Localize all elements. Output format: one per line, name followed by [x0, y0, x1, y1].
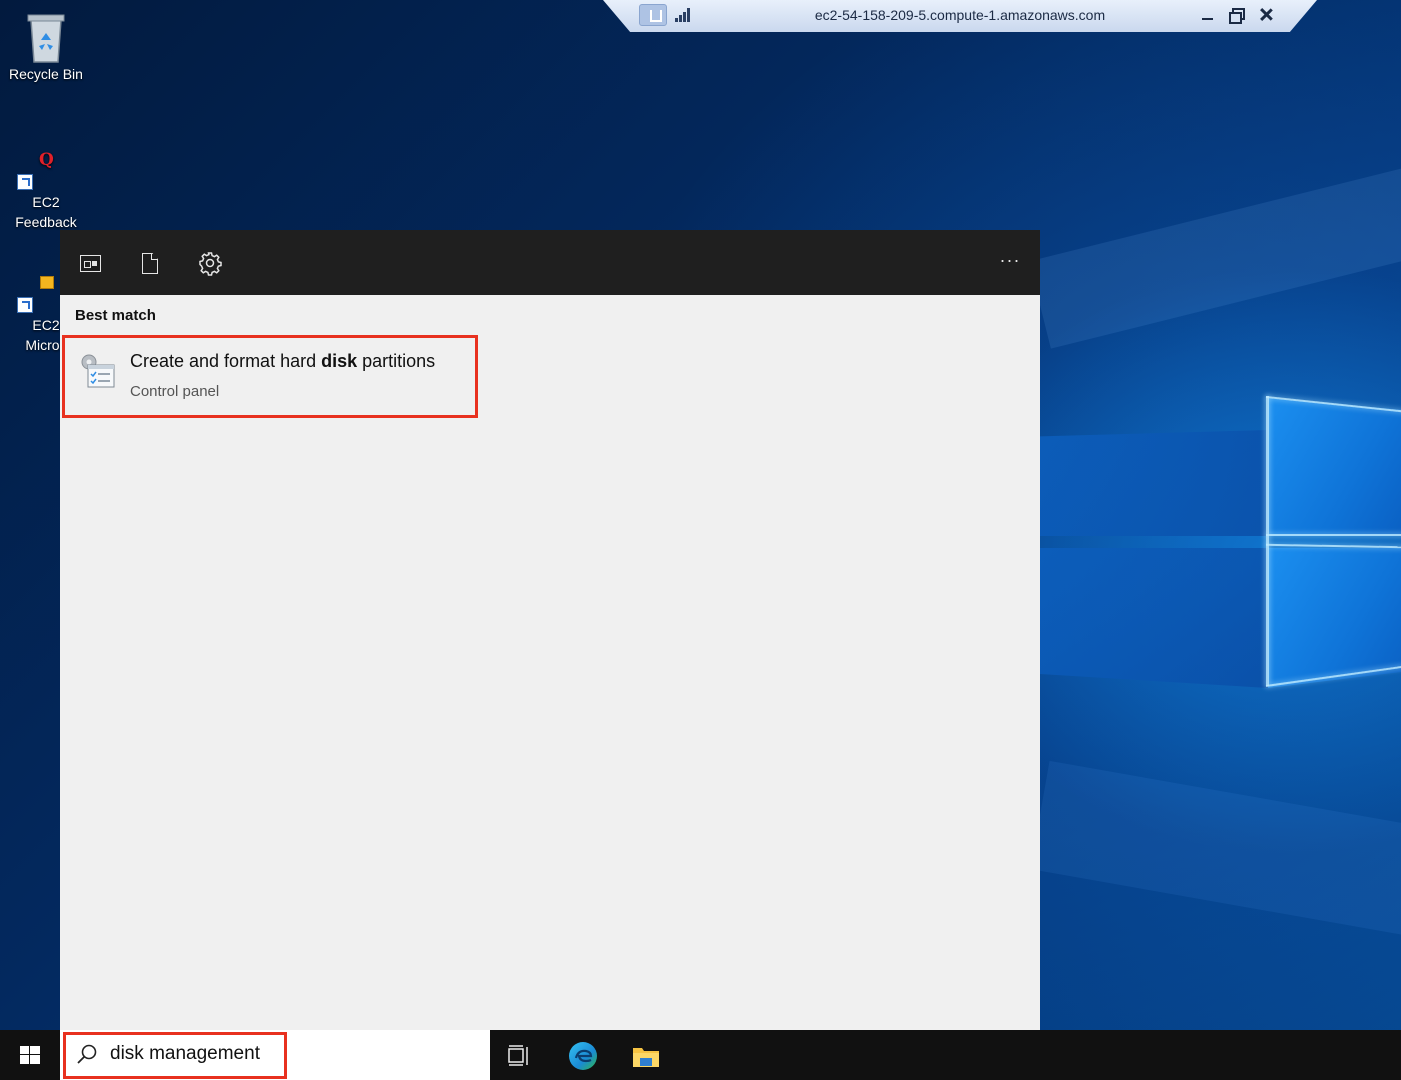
light-beam: [1029, 116, 1401, 349]
feedback-app-icon: Q: [39, 150, 54, 170]
desktop-icon-recycle-bin[interactable]: Recycle Bin: [0, 8, 92, 84]
windows-logo-icon: [20, 1046, 40, 1064]
search-results-panel: ··· Best match Create and format hard di…: [60, 230, 1040, 1030]
package-icon: [40, 276, 54, 289]
logo-pane: [1040, 548, 1268, 688]
result-title: Create and format hard disk partitions: [130, 351, 435, 372]
start-button[interactable]: [0, 1030, 60, 1080]
apps-filter-icon[interactable]: [75, 248, 105, 278]
result-subtitle: Control panel: [130, 383, 220, 400]
result-title-match: disk: [321, 351, 358, 371]
shortcut-arrow-icon: [17, 174, 33, 190]
search-filter-toolbar: ···: [60, 230, 1040, 295]
search-input[interactable]: disk management: [110, 1043, 260, 1065]
settings-filter-icon[interactable]: [195, 248, 225, 278]
minimize-icon[interactable]: [1199, 6, 1217, 24]
result-title-text: Create and format hard: [130, 351, 322, 371]
edge-glyph: [569, 1042, 597, 1070]
edge-icon[interactable]: [567, 1040, 599, 1072]
result-title-text: partitions: [357, 351, 436, 371]
logo-pane: [1040, 430, 1268, 536]
logo-pane: [1268, 548, 1401, 688]
pin-icon[interactable]: [639, 4, 667, 26]
search-icon: [77, 1044, 97, 1064]
logo-edge: [1266, 396, 1269, 686]
disk-management-icon: [81, 354, 115, 388]
desktop-icon-label: Recycle Bin: [9, 66, 83, 82]
close-icon[interactable]: [1257, 6, 1275, 24]
more-options-icon[interactable]: ···: [995, 248, 1025, 278]
desktop-icon-label: Feedback: [15, 214, 77, 230]
taskbar-search-box[interactable]: disk management: [60, 1030, 490, 1080]
recycle-bin-icon: [27, 14, 65, 63]
logo-edge: [1265, 543, 1401, 549]
best-match-result[interactable]: Create and format hard disk partitions C…: [66, 338, 476, 416]
desktop-icon-label: EC2: [32, 194, 60, 210]
folder-glyph: [633, 1048, 659, 1067]
best-match-header: Best match: [75, 307, 156, 324]
logo-pane: [1268, 398, 1401, 536]
remote-desktop-connection-bar: ec2-54-158-209-5.compute-1.amazonaws.com: [603, 0, 1317, 32]
shortcut-arrow-icon: [17, 297, 33, 313]
file-explorer-icon[interactable]: [630, 1040, 662, 1072]
documents-filter-icon[interactable]: [135, 248, 165, 278]
desktop-icon-ec2-feedback[interactable]: Q EC2 Feedback: [0, 150, 92, 232]
light-beam: [1030, 760, 1401, 974]
gear-icon: [199, 252, 222, 276]
connection-quality-icon[interactable]: [675, 8, 691, 22]
task-view-glyph: [508, 1045, 528, 1066]
restore-icon[interactable]: [1227, 6, 1245, 24]
remote-hostname: ec2-54-158-209-5.compute-1.amazonaws.com: [814, 7, 1106, 23]
task-view-icon[interactable]: [503, 1040, 535, 1072]
logo-edge: [1266, 534, 1401, 536]
taskbar: disk management: [0, 1030, 1401, 1080]
